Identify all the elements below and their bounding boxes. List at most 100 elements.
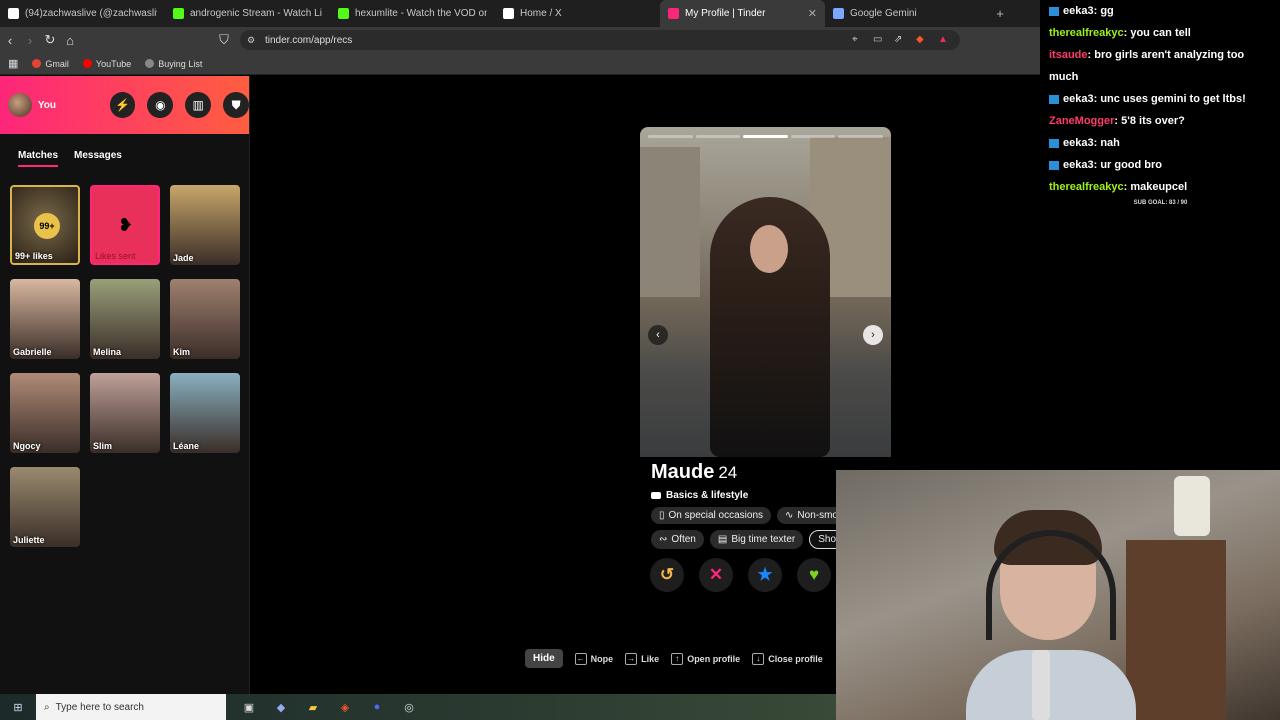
copilot-icon[interactable]: ◆	[272, 699, 290, 715]
match-card[interactable]: Léane	[170, 373, 240, 453]
location-icon[interactable]: ⌖	[852, 34, 858, 45]
brave-browser-icon[interactable]: ◈	[336, 699, 354, 715]
chat-text: : you can tell	[1123, 27, 1191, 39]
match-card[interactable]: Slim	[90, 373, 160, 453]
url-text: tinder.com/app/recs	[265, 34, 353, 46]
hide-hints-button[interactable]: Hide	[525, 649, 563, 668]
tag-icon	[651, 492, 661, 499]
shield-icon[interactable]: ⛊	[223, 92, 249, 118]
chip-drinking: ▯ On special occasions	[651, 507, 772, 524]
reload-icon[interactable]: ↻	[40, 32, 60, 48]
bookmark-label: Buying List	[158, 58, 203, 69]
profile-name: Maude	[651, 461, 715, 483]
home-icon[interactable]: ⌂	[60, 33, 80, 48]
chat-username[interactable]: eeka3	[1063, 93, 1094, 105]
tab-gemini[interactable]: Google Gemini	[825, 0, 990, 27]
new-tab-icon[interactable]: +	[990, 6, 1010, 21]
like-button[interactable]: ♥	[797, 558, 831, 592]
match-card[interactable]: Gabrielle	[10, 279, 80, 359]
prev-photo-icon[interactable]: ‹	[648, 325, 668, 345]
bookmark-favicon-icon	[32, 59, 42, 68]
tab-kick-androgenic[interactable]: androgenic Stream - Watch Live on Kick	[165, 0, 330, 27]
likes-label: 99+ likes	[15, 251, 53, 261]
dumbbell-icon: ∾	[659, 534, 668, 545]
tab-x-home[interactable]: Home / X	[495, 0, 660, 27]
hint-open-profile: ↑ Open profile	[671, 652, 741, 665]
bookmark-icon[interactable]: ⛉	[214, 32, 234, 48]
chat-username[interactable]: eeka3	[1063, 5, 1094, 17]
sidebar-header: You ⚡ ◉ ▥ ⛊	[0, 76, 249, 134]
chat-username[interactable]: eeka3	[1063, 137, 1094, 149]
profile-photo[interactable]: ‹ ›	[640, 127, 891, 457]
site-info-icon[interactable]: ⚙	[247, 35, 255, 46]
match-card[interactable]: Ngocy	[10, 373, 80, 453]
share-icon[interactable]: ⇗	[894, 34, 902, 45]
cast-icon[interactable]: ▭	[873, 34, 882, 45]
match-card[interactable]: Kim	[170, 279, 240, 359]
message-icon: ▤	[717, 534, 728, 545]
match-name: Jade	[173, 253, 194, 263]
tab-tinder[interactable]: My Profile | Tinder ✕	[660, 0, 825, 27]
up-key-icon: ↑	[671, 652, 684, 665]
tab-messages[interactable]: Messages	[74, 150, 122, 167]
brave-shields-icon[interactable]: ◆	[916, 34, 924, 45]
match-card[interactable]: Juliette	[10, 467, 80, 547]
rewind-button[interactable]: ↺	[650, 558, 684, 592]
match-name: Gabrielle	[13, 347, 52, 357]
chat-username[interactable]: itsaude	[1049, 49, 1088, 61]
next-photo-icon[interactable]: ›	[863, 325, 883, 345]
likes-card[interactable]: 99+ 99+ likes	[10, 185, 80, 265]
forward-icon[interactable]: ›	[20, 33, 40, 48]
tab-matches[interactable]: Matches	[18, 150, 59, 167]
taskbar-search[interactable]: ⌕ Type here to search	[36, 694, 226, 720]
apps-grid-icon[interactable]: ▦	[8, 57, 18, 70]
file-explorer-icon[interactable]: ▰	[304, 699, 322, 715]
bookmark-buying-list[interactable]: Buying List	[145, 59, 202, 69]
bookmark-youtube[interactable]: YouTube	[82, 59, 131, 69]
down-key-icon: ↓	[752, 652, 765, 665]
match-card[interactable]: Melina	[90, 279, 160, 359]
glass-icon: ▯	[659, 510, 665, 521]
bookmark-gmail[interactable]: Gmail	[32, 59, 69, 69]
kick-badge-icon	[1049, 94, 1059, 104]
likes-sent-label: Likes sent	[95, 251, 136, 261]
back-icon[interactable]: ‹	[0, 33, 20, 48]
tab-kick-hexumlite[interactable]: hexumlite - Watch the VOD on Kick	[330, 0, 495, 27]
likes-sent-card[interactable]: ❥ Likes sent	[90, 185, 160, 265]
tab-tiktok[interactable]: (94)zachwaslive (@zachwaslive) | TikTok	[0, 0, 165, 27]
match-name: Slim	[93, 441, 113, 451]
chat-message: eeka3: unc uses gemini to get ltbs!	[1049, 88, 1272, 110]
hint-label: Open profile	[687, 653, 741, 664]
webcam-overlay	[836, 470, 1280, 720]
discord-icon[interactable]: ●	[368, 699, 386, 715]
chat-username[interactable]: therealfreakyc	[1049, 181, 1124, 193]
avatar[interactable]	[8, 93, 32, 117]
chat-message: eeka3: nah	[1049, 132, 1272, 154]
matches-sidebar: You ⚡ ◉ ▥ ⛊ Matches Messages 99+ 99+ lik…	[0, 76, 250, 694]
brave-rewards-icon[interactable]: ▲	[938, 34, 948, 45]
chat-username[interactable]: therealfreakyc	[1049, 27, 1124, 39]
tab-title: (94)zachwaslive (@zachwaslive) | TikTok	[25, 8, 157, 19]
briefcase-icon[interactable]: ▥	[185, 92, 212, 118]
nope-button[interactable]: ✕	[699, 558, 733, 592]
explore-icon[interactable]: ◉	[147, 92, 174, 118]
bookmark-label: Gmail	[45, 58, 69, 69]
bookmarks-bar: ▦ Gmail YouTube Buying List	[0, 53, 1040, 75]
match-card[interactable]: Jade	[170, 185, 240, 265]
chat-message: itsaude: bro girls aren't analyzing too …	[1049, 44, 1272, 88]
person-figure	[710, 197, 830, 457]
windows-taskbar: ⊞ ⌕ Type here to search ▣ ◆ ▰ ◈ ● ◎	[0, 694, 836, 720]
url-field[interactable]: ⚙ tinder.com/app/recs ⌖ ▭ ⇗ ◆ ▲	[240, 30, 960, 50]
chip-workout: ∾ Often	[651, 530, 704, 549]
obs-icon[interactable]: ◎	[400, 699, 418, 715]
task-view-icon[interactable]: ▣	[240, 699, 258, 715]
close-tab-icon[interactable]: ✕	[808, 7, 817, 20]
chat-username[interactable]: eeka3	[1063, 159, 1094, 171]
chat-username[interactable]: ZaneMogger	[1049, 115, 1114, 127]
boost-icon[interactable]: ⚡	[109, 92, 136, 118]
windows-start-icon[interactable]: ⊞	[8, 701, 28, 714]
profile-label[interactable]: You	[38, 100, 98, 111]
super-like-button[interactable]: ★	[748, 558, 782, 592]
match-name: Ngocy	[13, 441, 41, 451]
tab-title: My Profile | Tinder	[685, 8, 766, 19]
